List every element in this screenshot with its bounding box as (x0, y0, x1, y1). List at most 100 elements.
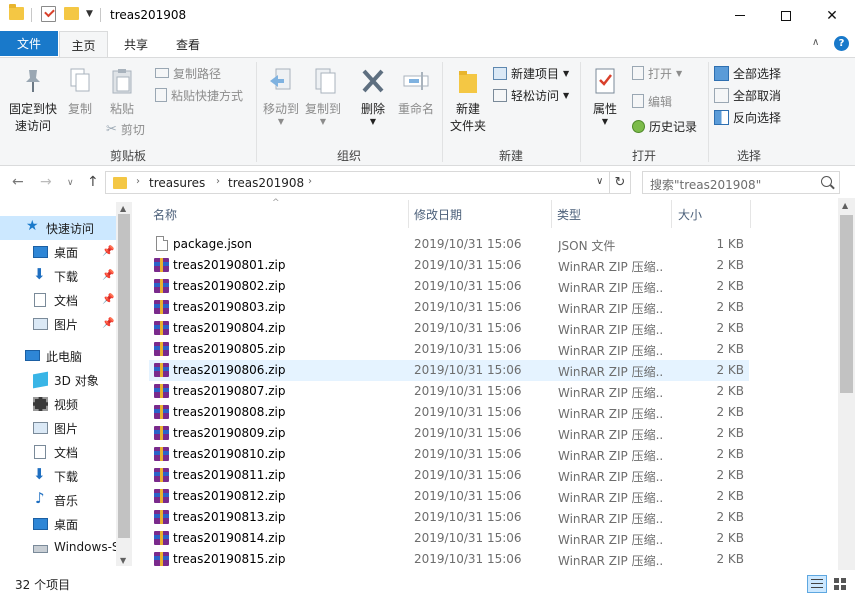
nav-item-desktop-pinned[interactable]: 桌面 📌 (0, 240, 116, 264)
scroll-up-icon[interactable]: ▲ (120, 204, 126, 213)
file-list-scrollbar-thumb[interactable] (840, 215, 853, 393)
file-row[interactable]: treas20190808.zip 2019/10/31 15:06 WinRAR … (149, 402, 749, 423)
nav-scrollbar-thumb[interactable] (118, 214, 130, 538)
tab-view[interactable]: 查看 (164, 31, 212, 57)
help-icon[interactable]: ? (834, 36, 849, 51)
nav-item-quick-access[interactable]: ★ 快速访问 (0, 216, 116, 240)
column-divider[interactable] (671, 200, 672, 228)
pin-icon[interactable]: 📌 (102, 246, 114, 257)
nav-scrollbar[interactable]: ▲ ▼ (116, 202, 132, 566)
large-icons-view-button[interactable] (831, 575, 849, 593)
column-divider[interactable] (408, 200, 409, 228)
open-button[interactable]: 打开 ▼ (632, 63, 682, 83)
recent-locations-chevron-icon[interactable]: ∨ (67, 178, 74, 188)
search-input[interactable]: 搜索"treas201908" (650, 176, 761, 193)
column-header-name[interactable]: 名称 (153, 198, 177, 230)
invert-selection-button[interactable]: 反向选择 (714, 107, 781, 127)
refresh-button[interactable]: ↻ (610, 171, 631, 194)
address-bar[interactable]: › treasures › treas201908 › ∨ (105, 171, 610, 194)
file-row[interactable]: treas20190814.zip 2019/10/31 15:06 WinRAR … (149, 528, 749, 549)
file-size: 2 KB (716, 321, 744, 335)
maximize-button[interactable] (763, 0, 809, 31)
tab-home[interactable]: 主页 (59, 31, 108, 58)
up-arrow-icon[interactable]: ↑ (87, 174, 99, 190)
select-none-button[interactable]: 全部取消 (714, 85, 781, 105)
tab-share[interactable]: 共享 (112, 31, 160, 57)
nav-item-videos[interactable]: 视频 (0, 392, 116, 416)
file-row[interactable]: treas20190807.zip 2019/10/31 15:06 WinRAR … (149, 381, 749, 402)
paste-button[interactable]: 粘贴 (104, 66, 140, 118)
select-all-button[interactable]: 全部选择 (714, 63, 781, 83)
file-row[interactable]: treas20190815.zip 2019/10/31 15:06 WinRAR … (149, 549, 749, 570)
move-to-button[interactable]: 移动到 ▼ (262, 66, 300, 126)
copy-button[interactable]: 复制 (64, 66, 96, 118)
properties-quick-icon[interactable] (41, 6, 56, 22)
file-row[interactable]: treas20190809.zip 2019/10/31 15:06 WinRAR … (149, 423, 749, 444)
scroll-up-icon[interactable]: ▲ (842, 201, 848, 210)
nav-item-downloads-pinned[interactable]: ⬇ 下载 📌 (0, 264, 116, 288)
file-row[interactable]: treas20190811.zip 2019/10/31 15:06 WinRAR … (149, 465, 749, 486)
new-item-button[interactable]: 新建项目 ▼ (493, 63, 569, 83)
back-arrow-icon[interactable]: ← (12, 174, 24, 190)
minimize-button[interactable] (717, 0, 763, 31)
close-button[interactable]: ✕ (809, 0, 855, 31)
pin-icon[interactable]: 📌 (102, 294, 114, 305)
nav-item-label: 视频 (54, 398, 79, 412)
file-list-scrollbar[interactable]: ▲ (838, 198, 855, 570)
winrar-zip-icon (154, 342, 169, 356)
new-folder-button[interactable]: 新建 文件夹 (446, 66, 490, 135)
easy-access-button[interactable]: 轻松访问 ▼ (493, 85, 569, 105)
delete-button[interactable]: 删除 ▼ (356, 66, 390, 126)
search-box[interactable]: 搜索"treas201908" (642, 171, 840, 194)
paste-shortcut-button[interactable]: 粘贴快捷方式 (155, 85, 243, 105)
nav-item-pictures-pinned[interactable]: 图片 📌 (0, 312, 116, 336)
nav-item-documents-pinned[interactable]: 文档 📌 (0, 288, 116, 312)
breadcrumb-treasures[interactable]: treasures (149, 176, 205, 190)
file-row[interactable]: treas20190805.zip 2019/10/31 15:06 WinRAR … (149, 339, 749, 360)
column-header-type[interactable]: 类型 (557, 198, 581, 230)
file-row[interactable]: treas20190801.zip 2019/10/31 15:06 WinRAR … (149, 255, 749, 276)
pin-icon[interactable]: 📌 (102, 270, 114, 281)
column-header-size[interactable]: 大小 (678, 198, 702, 230)
address-dropdown-chevron-icon[interactable]: ∨ (596, 176, 603, 187)
file-row[interactable]: treas20190810.zip 2019/10/31 15:06 WinRAR … (149, 444, 749, 465)
tab-file[interactable]: 文件 (0, 31, 58, 56)
winrar-zip-icon (154, 531, 169, 545)
collapse-ribbon-chevron-icon[interactable]: ∧ (812, 37, 819, 48)
copy-path-button[interactable]: 复制路径 (155, 63, 221, 83)
nav-item-documents[interactable]: 文档 (0, 440, 116, 464)
scroll-down-icon[interactable]: ▼ (120, 556, 126, 565)
pin-quick-access-button[interactable]: 固定到快 速访问 (6, 66, 60, 135)
nav-item-music[interactable]: ♪ 音乐 (0, 488, 116, 512)
file-row[interactable]: treas20190804.zip 2019/10/31 15:06 WinRAR … (149, 318, 749, 339)
file-row[interactable]: treas20190813.zip 2019/10/31 15:06 WinRAR … (149, 507, 749, 528)
rename-button[interactable]: 重命名 (396, 66, 436, 118)
nav-item-this-pc[interactable]: 此电脑 (0, 344, 116, 368)
pin-icon[interactable]: 📌 (102, 318, 114, 329)
properties-button[interactable]: 属性 ▼ (586, 66, 624, 126)
breadcrumb-treas201908[interactable]: treas201908 (228, 176, 304, 190)
computer-icon (25, 350, 40, 361)
file-row[interactable]: treas20190802.zip 2019/10/31 15:06 WinRAR … (149, 276, 749, 297)
file-row[interactable]: treas20190812.zip 2019/10/31 15:06 WinRAR … (149, 486, 749, 507)
forward-arrow-icon[interactable]: → (40, 174, 52, 190)
nav-item-desktop[interactable]: 桌面 (0, 512, 116, 536)
file-row[interactable]: treas20190803.zip 2019/10/31 15:06 WinRAR … (149, 297, 749, 318)
column-header-date[interactable]: 修改日期 (414, 198, 462, 230)
divider (31, 8, 32, 22)
nav-item-windows-drive[interactable]: Windows-S (0, 536, 120, 560)
details-view-button[interactable] (807, 575, 827, 593)
edit-button[interactable]: 编辑 (632, 91, 672, 111)
customize-quick-access-chevron-icon[interactable]: ▼ (86, 9, 93, 19)
cut-button[interactable]: ✂ 剪切 (106, 119, 145, 139)
nav-item-3d-objects[interactable]: 3D 对象 (0, 368, 116, 392)
copy-to-button[interactable]: 复制到 ▼ (304, 66, 342, 126)
file-row[interactable]: treas20190806.zip 2019/10/31 15:06 WinRAR … (149, 360, 749, 381)
new-folder-quick-icon[interactable] (64, 7, 79, 20)
column-divider[interactable] (551, 200, 552, 228)
file-row[interactable]: package.json 2019/10/31 15:06 JSON 文件 1 KB (149, 234, 749, 255)
nav-item-pictures[interactable]: 图片 (0, 416, 116, 440)
history-button[interactable]: 历史记录 (632, 116, 697, 136)
nav-item-downloads[interactable]: ⬇ 下载 (0, 464, 116, 488)
column-divider[interactable] (750, 200, 751, 228)
